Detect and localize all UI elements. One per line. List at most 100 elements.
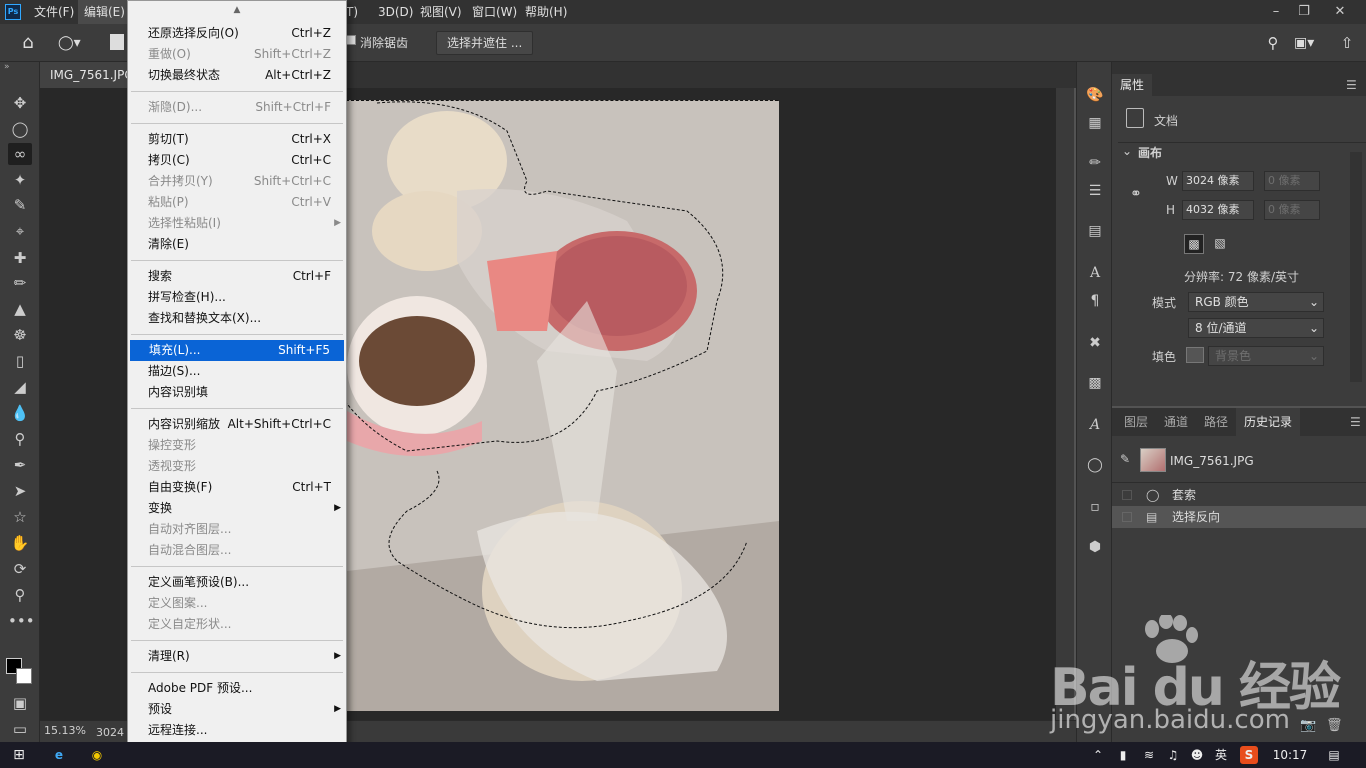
panel-menu-icon[interactable]: ☰ bbox=[1346, 74, 1357, 96]
more-tools-icon[interactable]: ••• bbox=[8, 610, 35, 632]
brush-tool-icon[interactable]: ✏ bbox=[8, 272, 32, 294]
path-select-tool-icon[interactable]: ➤ bbox=[8, 480, 32, 502]
snapshot-name[interactable]: IMG_7561.JPG bbox=[1170, 454, 1254, 468]
zoom-level[interactable]: 15.13% bbox=[44, 724, 86, 737]
zoom-tool-icon[interactable]: ⚲ bbox=[8, 584, 32, 606]
crop-tool-icon[interactable]: ⌖ bbox=[8, 220, 32, 242]
rotate-view-icon[interactable]: ⟳ bbox=[8, 558, 32, 580]
shape-tool-icon[interactable]: ☆ bbox=[8, 506, 32, 528]
eyedropper-tool-icon[interactable]: ✎ bbox=[8, 194, 32, 216]
history-step[interactable]: ◯ 套索 bbox=[1112, 484, 1366, 506]
sogou-icon[interactable]: S bbox=[1240, 746, 1258, 764]
menu-item[interactable]: 剪切(T) Ctrl+X bbox=[129, 129, 345, 150]
swatches-panel-icon[interactable]: ▦ bbox=[1083, 112, 1107, 134]
canvas-chevron-icon[interactable]: ⌄ bbox=[1122, 144, 1132, 158]
share-icon[interactable]: ⇧ bbox=[1336, 32, 1358, 54]
menu-item[interactable]: 拷贝(C) Ctrl+C bbox=[129, 150, 345, 171]
menu-item[interactable]: 粘贴(P) Ctrl+V bbox=[129, 192, 345, 213]
menu-item[interactable]: 远程连接... bbox=[129, 720, 345, 741]
menu-item[interactable]: 还原选择反向(O) Ctrl+Z bbox=[129, 23, 345, 44]
menu-edit[interactable]: 编辑(E) bbox=[78, 0, 131, 24]
menu-item[interactable]: 定义画笔预设(B)... bbox=[129, 572, 345, 593]
lasso-preset-icon[interactable]: ◯▾ bbox=[58, 32, 98, 54]
menu-item[interactable]: 自由变换(F) Ctrl+T bbox=[129, 477, 345, 498]
fill-swatch[interactable] bbox=[1186, 347, 1204, 363]
wifi-icon[interactable]: ≋ bbox=[1138, 742, 1160, 768]
windows-start-icon[interactable]: ⊞ bbox=[6, 742, 32, 768]
menu-item[interactable]: Adobe PDF 预设... bbox=[129, 678, 345, 699]
properties-scrollbar[interactable] bbox=[1350, 152, 1362, 382]
menu-item[interactable]: 定义图案... bbox=[129, 593, 345, 614]
menu-item[interactable]: 切换最终状态 Alt+Ctrl+Z bbox=[129, 65, 345, 86]
eraser-tool-icon[interactable]: ▯ bbox=[8, 350, 32, 372]
lasso-tool-icon[interactable]: ∞ bbox=[8, 143, 32, 165]
volume-icon[interactable]: ♫ bbox=[1162, 742, 1184, 768]
menu-3d[interactable]: 3D(D) bbox=[372, 0, 419, 24]
mode-select[interactable]: RGB 颜色 ⌄ bbox=[1188, 292, 1324, 312]
character-panel-icon[interactable]: A bbox=[1083, 262, 1107, 284]
ie-icon[interactable]: e bbox=[46, 742, 72, 768]
learn-icon[interactable]: ◯ bbox=[1083, 454, 1107, 476]
tab-history[interactable]: 历史记录 bbox=[1236, 408, 1301, 436]
tray-chevron-up-icon[interactable]: ⌃ bbox=[1088, 742, 1108, 768]
select-and-mask-button[interactable]: 选择并遮住 ... bbox=[436, 31, 534, 55]
notification-icon[interactable]: ▤ bbox=[1322, 742, 1346, 768]
quick-mask-icon[interactable]: ▣ bbox=[8, 692, 32, 714]
menu-item[interactable]: 内容识别填 bbox=[129, 382, 345, 403]
landscape-icon[interactable]: ▧ bbox=[1210, 234, 1230, 254]
history-brush-icon[interactable]: ☸ bbox=[8, 324, 32, 346]
menu-item[interactable]: 变换 ▶ bbox=[129, 498, 345, 519]
y-field[interactable]: 0 像素 bbox=[1264, 200, 1320, 220]
menu-view[interactable]: 视图(V) bbox=[414, 0, 468, 24]
adjustments-icon[interactable]: ☰ bbox=[1083, 180, 1107, 202]
screen-mode-icon[interactable]: ▭ bbox=[8, 718, 32, 740]
search-icon[interactable]: ⚲ bbox=[1262, 32, 1284, 54]
menu-item[interactable]: 查找和替换文本(X)... bbox=[129, 308, 345, 329]
menu-item[interactable]: 清除(E) bbox=[129, 234, 345, 255]
menu-window[interactable]: 窗口(W) bbox=[466, 0, 523, 24]
tab-properties[interactable]: 属性 bbox=[1112, 74, 1153, 96]
menu-item[interactable]: 预设 ▶ bbox=[129, 699, 345, 720]
x-field[interactable]: 0 像素 bbox=[1264, 171, 1320, 191]
close-icon[interactable]: ✕ bbox=[1326, 2, 1354, 22]
menu-item[interactable]: 重做(O) Shift+Ctrl+Z bbox=[129, 44, 345, 65]
width-field[interactable]: 3024 像素 bbox=[1182, 171, 1254, 191]
tab-paths[interactable]: 路径 bbox=[1196, 408, 1236, 436]
blur-tool-icon[interactable]: 💧 bbox=[8, 402, 32, 424]
gradient-tool-icon[interactable]: ◢ bbox=[8, 376, 32, 398]
scroll-up-icon[interactable]: ▲ bbox=[128, 5, 346, 15]
battery-icon[interactable]: ▮ bbox=[1112, 742, 1134, 768]
magic-wand-tool-icon[interactable]: ✦ bbox=[8, 169, 32, 191]
height-field[interactable]: 4032 像素 bbox=[1182, 200, 1254, 220]
fill-select[interactable]: 背景色 ⌄ bbox=[1208, 346, 1324, 366]
clone-source-icon[interactable]: ▤ bbox=[1083, 220, 1107, 242]
menu-item[interactable]: 清理(R) ▶ bbox=[129, 646, 345, 667]
3d-icon[interactable]: ⬢ bbox=[1083, 536, 1107, 558]
link-icon[interactable]: ⚭ bbox=[1130, 186, 1142, 202]
tab-channels[interactable]: 通道 bbox=[1156, 408, 1196, 436]
history-step-current[interactable]: ▤ 选择反向 bbox=[1112, 506, 1366, 528]
menu-item[interactable]: 透视变形 bbox=[129, 456, 345, 477]
move-tool-icon[interactable]: ✥ bbox=[8, 92, 32, 114]
pen-tool-icon[interactable]: ✒ bbox=[8, 454, 32, 476]
menu-item[interactable]: 填充(L)... Shift+F5 bbox=[130, 340, 344, 361]
depth-select[interactable]: 8 位/通道 ⌄ bbox=[1188, 318, 1324, 338]
portrait-icon[interactable]: ▩ bbox=[1184, 234, 1204, 254]
gradients-icon[interactable]: ▫ bbox=[1083, 496, 1107, 518]
document-image[interactable] bbox=[346, 100, 779, 711]
history-brush-source-icon[interactable]: ✎ bbox=[1120, 452, 1130, 466]
clock[interactable]: 10:17 bbox=[1270, 742, 1310, 768]
workspace-icon[interactable]: ▣▾ bbox=[1294, 32, 1324, 54]
menu-item[interactable]: 选择性粘贴(I) ▶ bbox=[129, 213, 345, 234]
menu-item[interactable]: 描边(S)... bbox=[129, 361, 345, 382]
background-color-swatch[interactable] bbox=[16, 668, 32, 684]
paragraph-panel-icon[interactable]: ¶ bbox=[1083, 290, 1107, 312]
tab-layers[interactable]: 图层 bbox=[1116, 408, 1156, 436]
stamp-tool-icon[interactable]: ▲ bbox=[8, 298, 32, 320]
menu-file[interactable]: 文件(F) bbox=[28, 0, 80, 24]
menu-help[interactable]: 帮助(H) bbox=[519, 0, 573, 24]
marquee-tool-icon[interactable]: ◯ bbox=[8, 118, 32, 140]
menu-item[interactable]: 拼写检查(H)... bbox=[129, 287, 345, 308]
brush-settings-icon[interactable]: ✏ bbox=[1083, 152, 1107, 174]
dodge-tool-icon[interactable]: ⚲ bbox=[8, 428, 32, 450]
